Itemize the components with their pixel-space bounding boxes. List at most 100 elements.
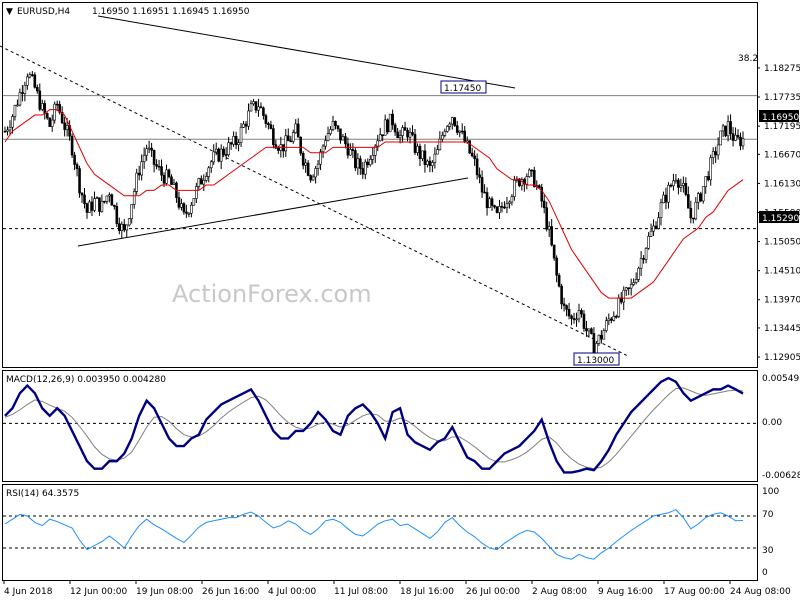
candle-body	[334, 121, 337, 127]
candle-body	[508, 201, 511, 204]
high-badge-label: 1.17450	[444, 84, 481, 94]
candle-body	[532, 169, 536, 187]
candle-body	[408, 132, 412, 138]
candle-body	[286, 135, 290, 142]
candle-body	[234, 136, 238, 145]
candle-body	[729, 121, 732, 134]
candle-body	[53, 103, 56, 121]
candle-body	[667, 184, 670, 203]
main-panel	[2, 2, 758, 368]
candle-body	[468, 140, 471, 154]
candle-body	[448, 123, 452, 127]
candle-body	[247, 110, 250, 127]
candle-body	[530, 169, 534, 172]
candle-body	[70, 135, 74, 156]
candle-body	[478, 174, 481, 178]
candle-body	[694, 201, 698, 220]
price-tick-label: 1.15050	[764, 238, 800, 248]
rsi-axis-0: 0	[762, 568, 768, 578]
candle-body	[180, 203, 183, 208]
candle-body	[21, 92, 24, 94]
candle-body	[277, 147, 280, 151]
candle-body	[592, 333, 596, 355]
candle-body	[627, 287, 630, 290]
candle-body	[304, 162, 307, 166]
time-tick-label: 26 Jun 16:00	[202, 587, 259, 597]
candle-body	[403, 127, 407, 131]
candle-body	[319, 151, 322, 165]
candle-body	[341, 136, 345, 141]
candle-body	[284, 135, 288, 152]
candle-body	[550, 226, 553, 246]
candle-body	[162, 174, 166, 184]
candle-body	[545, 207, 548, 230]
candle-body	[724, 125, 727, 137]
candle-body	[622, 289, 626, 303]
candle-body	[381, 134, 384, 136]
candle-body	[88, 201, 91, 213]
candle-body	[299, 136, 302, 154]
candle-body	[565, 305, 568, 310]
candle-body	[197, 178, 201, 187]
candle-body	[739, 136, 742, 147]
candle-body	[177, 197, 181, 208]
candle-body	[383, 119, 387, 136]
candle-body	[272, 128, 275, 145]
price-tick-label: 1.13970	[764, 296, 800, 306]
candle-body	[229, 142, 233, 145]
candle-body	[55, 103, 59, 106]
candle-body	[560, 285, 563, 305]
price-tick-label: 1.13445	[764, 324, 800, 334]
candle-body	[132, 191, 136, 205]
candle-body	[614, 316, 618, 318]
time-tick-label: 9 Aug 16:00	[598, 587, 653, 597]
candle-body	[135, 172, 138, 192]
candle-body	[289, 140, 293, 143]
candle-body	[450, 117, 454, 125]
candle-body	[629, 284, 633, 289]
candle-body	[475, 158, 479, 176]
candle-body	[85, 203, 89, 213]
candle-body	[418, 145, 422, 159]
candle-body	[555, 257, 558, 276]
candle-body	[294, 123, 298, 133]
candle-body	[351, 149, 355, 151]
candle-body	[65, 125, 69, 130]
candle-body	[460, 130, 464, 133]
candle-body	[157, 165, 161, 168]
candle-body	[127, 218, 131, 226]
candle-body	[368, 159, 372, 166]
candle-body	[600, 334, 603, 340]
candle-body	[267, 123, 270, 126]
candle-body	[654, 225, 658, 229]
candle-body	[634, 279, 638, 283]
candle-body	[324, 140, 327, 147]
candle-body	[416, 145, 419, 153]
candle-body	[26, 76, 29, 86]
candle-body	[572, 318, 576, 320]
macd-label: MACD(12,26,9) 0.003950 0.004280	[6, 375, 166, 385]
candle-body	[624, 287, 628, 291]
candle-body	[610, 318, 613, 321]
candle-body	[252, 101, 255, 105]
candle-body	[366, 161, 370, 166]
candle-body	[436, 149, 439, 155]
candle-body	[401, 127, 404, 136]
candle-body	[513, 180, 516, 197]
candle-body	[421, 150, 424, 159]
price-tick-label: 1.16670	[764, 150, 800, 160]
candle-body	[108, 194, 111, 197]
candle-body	[493, 205, 496, 208]
time-tick-label: 11 Jul 08:00	[334, 587, 388, 597]
candle-body	[716, 144, 720, 156]
candle-body	[264, 115, 268, 124]
candle-body	[480, 177, 484, 193]
candle-body	[361, 168, 365, 175]
candle-body	[734, 134, 737, 141]
candle-body	[212, 151, 216, 163]
candle-body	[311, 176, 315, 181]
candle-body	[557, 274, 561, 287]
candle-body	[142, 154, 146, 163]
price-tick-label: 1.16130	[764, 179, 800, 189]
candle-body	[28, 74, 32, 78]
